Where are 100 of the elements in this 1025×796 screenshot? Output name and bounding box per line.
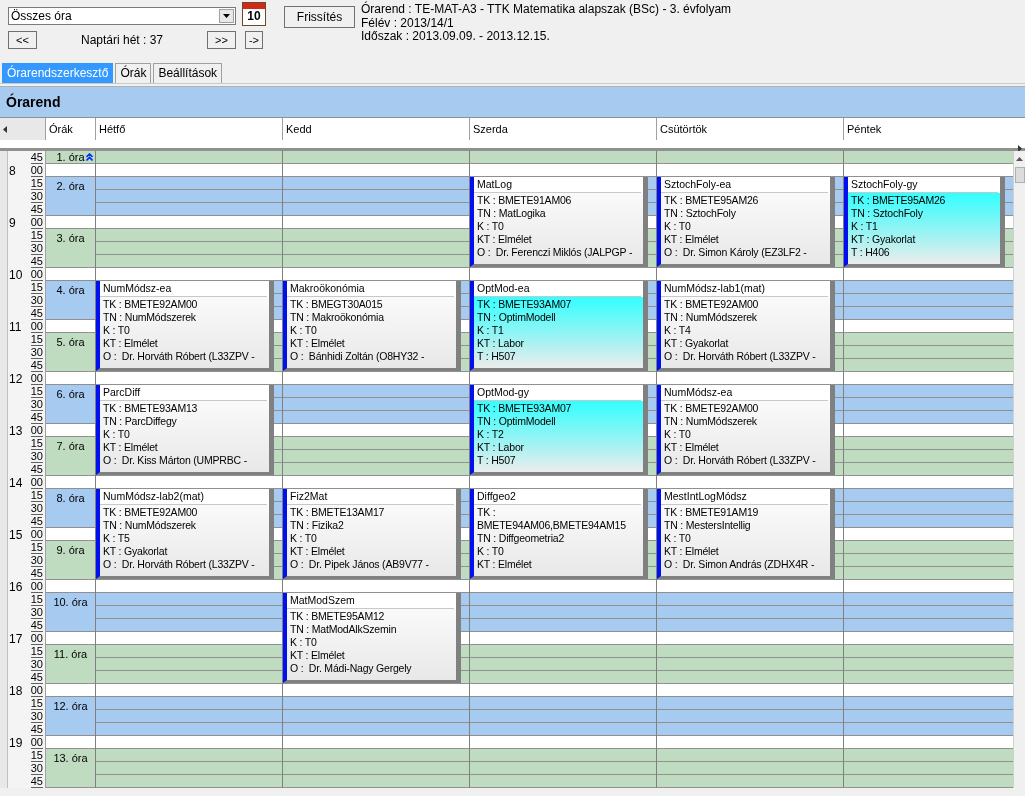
time-slot[interactable]	[45, 424, 95, 437]
course-detail: K : T0	[477, 220, 505, 233]
tab[interactable]: Beállítások	[153, 63, 223, 83]
course-detail: TN : NumMódszerek	[103, 311, 197, 324]
course-detail: K : T0	[664, 428, 692, 441]
course-detail: TK : BMETE93AM07	[477, 402, 573, 415]
time-label: 16	[9, 581, 23, 593]
time-label: 14	[9, 477, 23, 489]
time-label: 15	[9, 529, 23, 541]
period-label[interactable]: 9. óra	[45, 541, 95, 580]
course-card[interactable]: Fiz2Mat TK : BMETE13AM17 TN : Fizika2 K : T0 KT : Elmélet O : Dr. Pipek János (AB9V77 -	[283, 489, 461, 579]
column-header[interactable]: Péntek	[843, 118, 1013, 140]
course-detail: K : T0	[477, 545, 505, 558]
info-text: Félév : 2013/14/1	[361, 16, 455, 30]
course-detail: TK : BMETE93AM07	[477, 298, 573, 311]
time-slot[interactable]	[45, 580, 95, 593]
course-detail: TK : BMETE95AM26	[851, 194, 947, 207]
time-slot[interactable]	[45, 632, 95, 645]
calendar-button[interactable]: 10	[242, 2, 266, 26]
period-label[interactable]: 6. óra	[45, 385, 95, 424]
previous-week-button[interactable]: <<	[8, 31, 37, 49]
time-slot[interactable]	[45, 684, 95, 697]
next-week-button[interactable]: >>	[207, 31, 236, 49]
column-header[interactable]: Hétfő	[95, 118, 282, 140]
scrollbar-thumb[interactable]	[1014, 167, 1025, 183]
course-detail: K : T1	[477, 324, 505, 337]
course-detail: TK : BMETE91AM06	[477, 194, 573, 207]
time-label: 45	[30, 775, 43, 788]
course-card[interactable]: MatModSzem TK : BMETE95AM12 TN : MatModAlkSzemin K : T0 KT : Elmélet O : Dr. Mádi-Nagy Gergely	[283, 593, 461, 683]
period-label[interactable]: 7. óra	[45, 437, 95, 476]
course-card[interactable]: MatLog TK : BMETE91AM06 TN : MatLogika K : T0 KT : Elmélet O : Dr. Ferenczi Miklós (JALPGP -	[470, 177, 648, 267]
period-label[interactable]: 12. óra	[45, 697, 95, 736]
period-label[interactable]: 11. óra	[45, 645, 95, 684]
period-label[interactable]: 13. óra	[45, 749, 95, 788]
course-detail: TN : MestersIntellig	[664, 519, 752, 532]
course-card[interactable]: ParcDiff TK : BMETE93AM13 TN : ParcDiffegy K : T0 KT : Elmélet O : Dr. Kiss Márton (UMPRBC -	[96, 385, 274, 475]
scroll-up-icon[interactable]	[1016, 157, 1023, 161]
course-card[interactable]: MestIntLogMódsz TK : BMETE91AM19 TN : MestersIntellig K : T0 KT : Elmélet O : Dr. Simon András (ZDHX4R -	[657, 489, 835, 579]
period-label[interactable]: 8. óra	[45, 489, 95, 528]
info-text: Órarend : TE-MAT-A3 - TTK Matematika alapszak (BSc) - 3. évfolyam	[361, 3, 732, 17]
course-detail: KT : Elmélet	[477, 558, 533, 571]
time-slot[interactable]	[45, 736, 95, 749]
period-label[interactable]: 5. óra	[45, 333, 95, 372]
refresh-button[interactable]: Frissítés	[284, 6, 355, 28]
course-detail: KT : Elmélet	[290, 545, 346, 558]
course-detail: TN : NumMódszerek	[664, 311, 758, 324]
course-card[interactable]: Makroökonómia TK : BMEGT30A015 TN : Makroökonómia K : T0 KT : Elmélet O : Bánhidi Zoltán (O8HY32 -	[283, 281, 461, 371]
time-slot[interactable]	[45, 372, 95, 385]
column-header: Órák	[45, 118, 95, 140]
tab[interactable]: Órák	[115, 63, 152, 83]
course-detail: K : T1	[851, 220, 879, 233]
period-label[interactable]: 10. óra	[45, 593, 95, 632]
course-card[interactable]: NumMódsz-ea TK : BMETE92AM00 TN : NumMódszerek K : T0 KT : Elmélet O : Dr. Horváth Róbert (L33ZPV -	[96, 281, 274, 371]
double-chevron-up-icon[interactable]	[86, 153, 93, 161]
course-detail: K : T0	[290, 532, 318, 545]
course-detail: TK : BMETE92AM00	[103, 506, 199, 519]
course-detail: TN : SztochFoly	[664, 207, 737, 220]
course-detail: KT : Labor	[477, 441, 525, 454]
course-card[interactable]: Diffgeo2 TK : BMETE94AM06,BMETE94AM15 TN : Diffgeometria2 K : T0 KT : Elmélet	[470, 489, 648, 579]
course-detail: O : Dr. Horváth Róbert (L33ZPV -	[103, 558, 256, 571]
time-slot[interactable]	[45, 528, 95, 541]
course-detail: K : T0	[103, 428, 131, 441]
course-card[interactable]: NumMódsz-ea TK : BMETE92AM00 TN : NumMódszerek K : T0 KT : Elmélet O : Dr. Horváth Róbert (L33ZPV -	[657, 385, 835, 475]
time-slot[interactable]	[45, 476, 95, 489]
time-label: 8	[9, 165, 16, 177]
course-detail: KT : Elmélet	[290, 337, 346, 350]
filter-dropdown[interactable]: Összes óra	[8, 7, 236, 25]
time-slot[interactable]	[45, 216, 95, 229]
course-card[interactable]: NumMódsz-lab1(mat) TK : BMETE92AM00 TN : NumMódszerek K : T4 KT : Gyakorlat O : Dr. Horváth Róbert (L33ZPV -	[657, 281, 835, 371]
column-header[interactable]: Kedd	[282, 118, 469, 140]
course-card[interactable]: OptMod-gy TK : BMETE93AM07 TN : OptimModell K : T2 KT : Labor T : H507	[470, 385, 648, 475]
course-card[interactable]: NumMódsz-lab2(mat) TK : BMETE92AM00 TN : NumMódszerek K : T5 KT : Gyakorlat O : Dr. Horváth Róbert (L33ZPV -	[96, 489, 274, 579]
time-label: 19	[9, 737, 23, 749]
go-button[interactable]: ->	[245, 31, 263, 49]
time-slot[interactable]	[45, 268, 95, 281]
period-label[interactable]: 2. óra	[45, 177, 95, 216]
period-label[interactable]: 1. óra	[45, 151, 95, 164]
course-detail: O : Dr. Mádi-Nagy Gergely	[290, 662, 413, 675]
vertical-scrollbar[interactable]	[1013, 151, 1025, 788]
course-detail: O : Dr. Simon András (ZDHX4R -	[664, 558, 816, 571]
time-slot[interactable]	[45, 164, 95, 177]
course-detail: TN : Fizika2	[290, 519, 345, 532]
course-detail: TK : BMETE93AM13	[103, 402, 199, 415]
course-card[interactable]: SztochFoly-ea TK : BMETE95AM26 TN : SztochFoly K : T0 KT : Elmélet O : Dr. Simon Károly (EZ3LF2 -	[657, 177, 835, 267]
course-detail: KT : Elmélet	[664, 233, 720, 246]
course-detail: O : Dr. Pipek János (AB9V77 -	[290, 558, 430, 571]
column-header[interactable]: Csütörtök	[656, 118, 843, 140]
time-slot[interactable]	[45, 320, 95, 333]
scroll-left-icon[interactable]	[3, 125, 7, 133]
course-detail: T : H507	[477, 350, 517, 363]
course-detail: K : T5	[103, 532, 131, 545]
course-detail: KT : Elmélet	[103, 441, 159, 454]
scroll-right-icon[interactable]	[1018, 145, 1022, 152]
period-label[interactable]: 4. óra	[45, 281, 95, 320]
course-detail: TN : MatModAlkSzemin	[290, 623, 398, 636]
course-card[interactable]: OptMod-ea TK : BMETE93AM07 TN : OptimModell K : T1 KT : Labor T : H507	[470, 281, 648, 371]
course-card[interactable]: SztochFoly-gy TK : BMETE95AM26 TN : SztochFoly K : T1 KT : Gyakorlat T : H406	[844, 177, 1005, 267]
column-header[interactable]: Szerda	[469, 118, 656, 140]
course-detail: TN : NumMódszerek	[103, 519, 197, 532]
period-label[interactable]: 3. óra	[45, 229, 95, 268]
